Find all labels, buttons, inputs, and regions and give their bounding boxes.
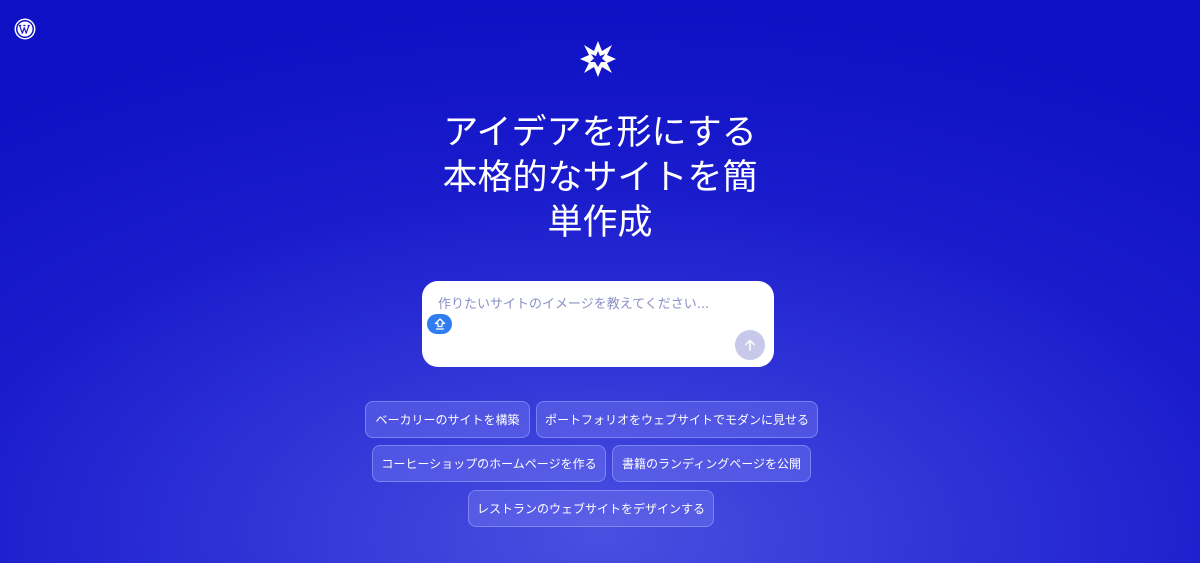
sparkle-star-icon	[580, 41, 616, 77]
suggestion-chip[interactable]: レストランのウェブサイトをデザインする	[468, 490, 714, 527]
arrow-up-icon	[745, 339, 755, 351]
send-button[interactable]	[735, 330, 765, 360]
site-description-input[interactable]	[438, 293, 758, 315]
suggestion-chip[interactable]: ポートフォリオをウェブサイトでモダンに見せる	[536, 401, 818, 438]
hero-headline: アイデアを形にする 本格的なサイトを簡 単作成	[400, 111, 800, 246]
suggestion-chip[interactable]: 書籍のランディングページを公開	[612, 445, 811, 482]
wordpress-logo-icon[interactable]	[14, 18, 36, 40]
upload-icon	[434, 318, 445, 330]
suggestion-chip[interactable]: コーヒーショップのホームページを作る	[372, 445, 606, 482]
headline-line: 単作成	[547, 203, 653, 243]
upload-button[interactable]	[427, 314, 452, 334]
headline-line: アイデアを形にする	[443, 113, 757, 153]
prompt-box	[422, 281, 774, 367]
headline-line: 本格的なサイトを簡	[442, 158, 758, 198]
suggestion-chip[interactable]: ベーカリーのサイトを構築	[365, 401, 530, 438]
